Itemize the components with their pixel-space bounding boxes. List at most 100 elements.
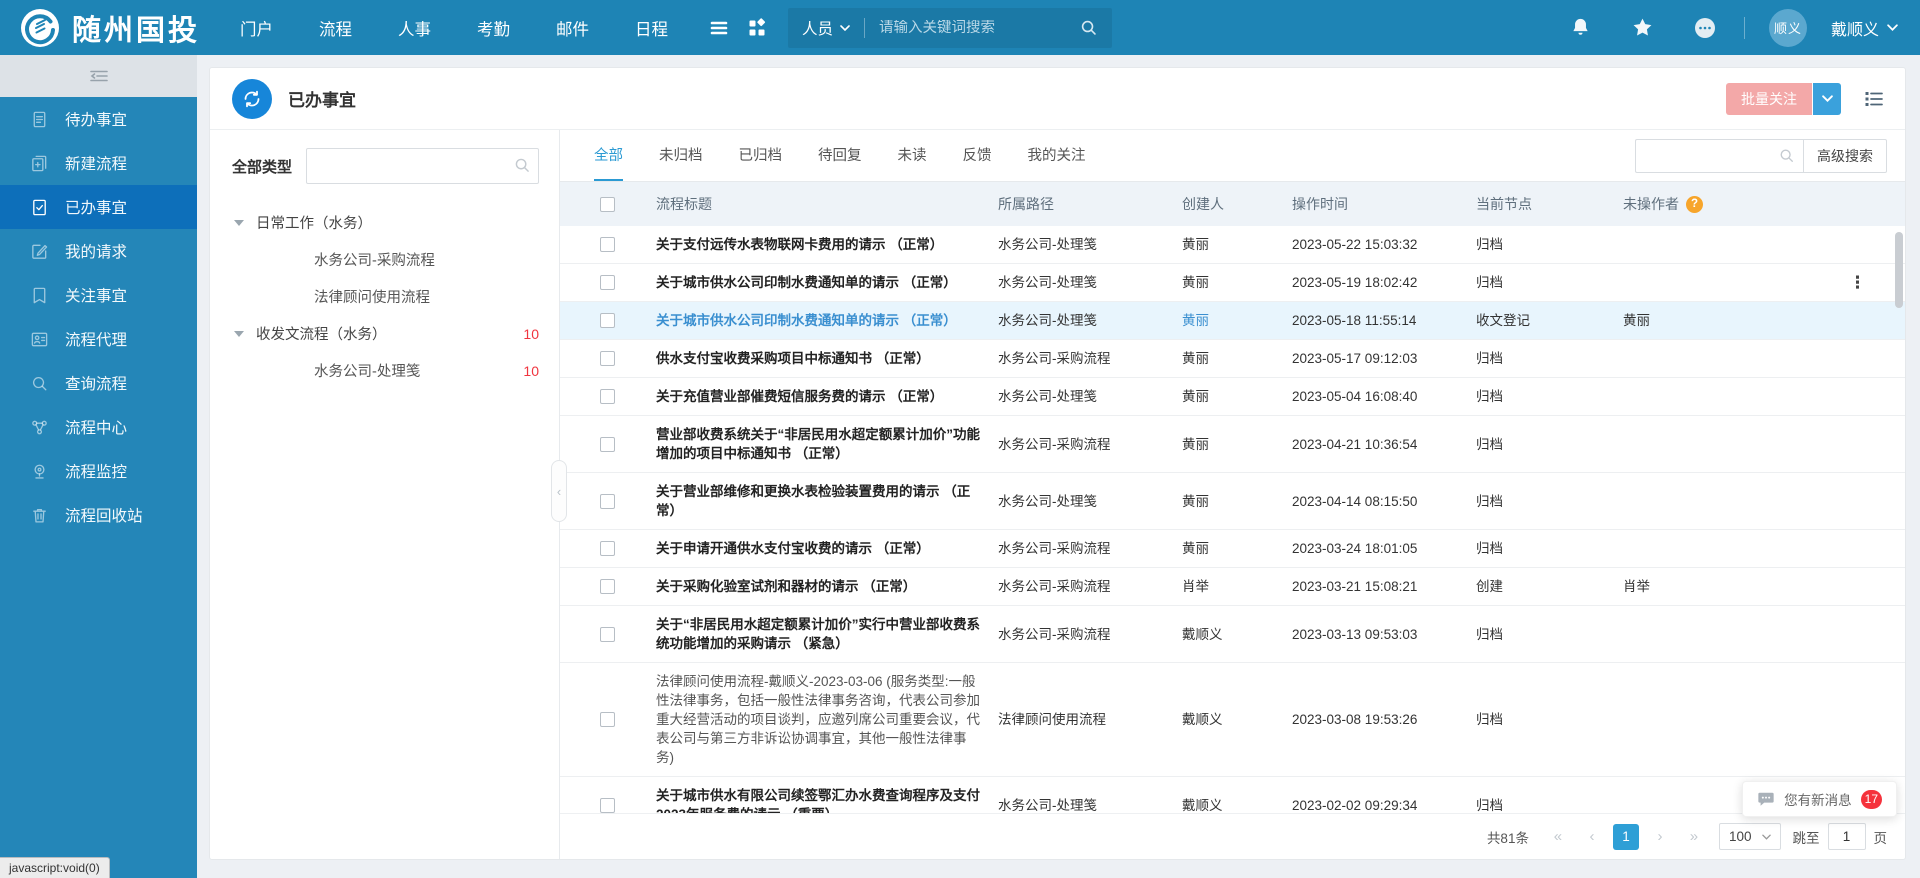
table-row[interactable]: 营业部收费系统关于“非居民用水超定额累计加价”功能增加的项目中标通知书 （正常）…	[560, 416, 1905, 473]
flow-center-icon	[30, 418, 49, 437]
table-row[interactable]: 关于支付远传水表物联网卡费用的请示 （正常）水务公司-处理笺黄丽2023-05-…	[560, 226, 1905, 264]
table-row[interactable]: 关于申请开通供水支付宝收费的请示 （正常）水务公司-采购流程黄丽2023-03-…	[560, 530, 1905, 568]
row-check-cell	[560, 313, 656, 328]
tab-pending-reply[interactable]: 待回复	[818, 130, 862, 181]
sidebar-item-flow-center[interactable]: 流程中心	[0, 405, 197, 449]
row-time: 2023-04-21 10:36:54	[1292, 435, 1476, 454]
sidebar-item-delegate[interactable]: 流程代理	[0, 317, 197, 361]
sidebar-item-todo[interactable]: 待办事宜	[0, 97, 197, 141]
row-path: 水务公司-处理笺	[998, 311, 1182, 330]
page-size-select[interactable]: 100	[1719, 823, 1781, 850]
row-checkbox[interactable]	[600, 798, 615, 813]
sidebar-item-search-flow[interactable]: 查询流程	[0, 361, 197, 405]
table-row[interactable]: 关于城市供水公司印制水费通知单的请示 （正常）水务公司-处理笺黄丽2023-05…	[560, 264, 1905, 302]
row-node: 归档	[1476, 492, 1623, 511]
top-nav-item[interactable]: 人事	[398, 16, 431, 40]
tree-node[interactable]: 日常工作（水务）	[232, 204, 539, 241]
advanced-search-button[interactable]: 高级搜索	[1803, 139, 1887, 173]
row-checkbox[interactable]	[600, 437, 615, 452]
table-scrollbar-thumb[interactable]	[1895, 232, 1903, 308]
row-path: 水务公司-采购流程	[998, 625, 1182, 644]
star-icon[interactable]	[1628, 13, 1658, 43]
select-all-checkbox[interactable]	[600, 197, 615, 212]
top-nav-item[interactable]: 日程	[635, 16, 668, 40]
row-creator: 黄丽	[1182, 435, 1292, 454]
table-row[interactable]: 关于营业部维修和更换水表检验装置费用的请示 （正常）水务公司-处理笺黄丽2023…	[560, 473, 1905, 530]
top-nav-item[interactable]: 门户	[240, 16, 273, 40]
list-view-icon[interactable]	[1863, 88, 1885, 110]
bell-icon[interactable]	[1566, 13, 1596, 43]
table-row[interactable]: 关于“非居民用水超定额累计加价”实行中营业部收费系统功能增加的采购请示 （紧急）…	[560, 606, 1905, 663]
global-search-input[interactable]	[879, 20, 1079, 36]
help-icon[interactable]: ?	[1686, 196, 1703, 213]
pagination-bar: 共81条 « ‹ 1 › » 100 跳至 页	[560, 813, 1905, 859]
row-checkbox[interactable]	[600, 275, 615, 290]
row-checkbox[interactable]	[600, 389, 615, 404]
tab-feedback[interactable]: 反馈	[963, 130, 992, 181]
top-nav-item[interactable]: 邮件	[556, 16, 589, 40]
hamburger-menu-icon[interactable]	[704, 13, 734, 43]
row-check-cell	[560, 627, 656, 642]
last-page-button[interactable]: »	[1681, 824, 1707, 850]
first-page-button[interactable]: «	[1545, 824, 1571, 850]
current-page-button[interactable]: 1	[1613, 824, 1639, 850]
sidebar-item-followed[interactable]: 关注事宜	[0, 273, 197, 317]
company-logo-icon	[20, 8, 60, 48]
table-row[interactable]: 关于城市供水公司印制水费通知单的请示 （正常）水务公司-处理笺黄丽2023-05…	[560, 302, 1905, 340]
row-checkbox[interactable]	[600, 351, 615, 366]
batch-follow-button[interactable]: 批量关注	[1726, 83, 1812, 115]
type-filter-label: 全部类型	[232, 156, 292, 177]
sidebar-item-new-flow[interactable]: 新建流程	[0, 141, 197, 185]
caret-down-icon[interactable]	[234, 220, 244, 226]
top-nav-item[interactable]: 考勤	[477, 16, 510, 40]
sidebar-item-my-requests[interactable]: 我的请求	[0, 229, 197, 273]
table-row[interactable]: 关于城市供水有限公司续签鄂汇办水费查询程序及支付2023年服务费的请示 （重要）…	[560, 777, 1905, 813]
tabs-row: 全部未归档已归档待回复未读反馈我的关注 高级搜索	[560, 130, 1905, 182]
tree-node[interactable]: 收发文流程（水务）10	[232, 315, 539, 352]
user-menu[interactable]: 戴顺义	[1831, 16, 1898, 40]
row-creator: 黄丽	[1182, 349, 1292, 368]
sidebar-item-recycle[interactable]: 流程回收站	[0, 493, 197, 537]
next-page-button[interactable]: ›	[1647, 824, 1673, 850]
avatar[interactable]: 顺义	[1769, 9, 1807, 47]
apps-grid-icon[interactable]	[742, 13, 772, 43]
batch-follow-dropdown[interactable]	[1813, 83, 1841, 115]
row-checkbox[interactable]	[600, 237, 615, 252]
tree-node[interactable]: 水务公司-采购流程	[232, 241, 539, 278]
row-more-icon[interactable]: ⋮	[1849, 273, 1867, 293]
row-checkbox[interactable]	[600, 313, 615, 328]
caret-down-icon[interactable]	[234, 331, 244, 337]
message-toast[interactable]: 您有新消息 17	[1742, 781, 1897, 817]
prev-page-button[interactable]: ‹	[1579, 824, 1605, 850]
row-checkbox[interactable]	[600, 541, 615, 556]
tab-unread[interactable]: 未读	[898, 130, 927, 181]
row-check-cell	[560, 351, 656, 366]
table-row[interactable]: 关于采购化验室试剂和器材的请示 （正常）水务公司-采购流程肖举2023-03-2…	[560, 568, 1905, 606]
row-title: 营业部收费系统关于“非居民用水超定额累计加价”功能增加的项目中标通知书 （正常）	[656, 425, 998, 463]
tree-node[interactable]: 水务公司-处理笺10	[232, 352, 539, 389]
jump-page-input[interactable]	[1828, 823, 1866, 850]
tab-archived[interactable]: 已归档	[739, 130, 783, 181]
row-checkbox[interactable]	[600, 579, 615, 594]
tab-all[interactable]: 全部	[594, 130, 623, 181]
tab-unarchived[interactable]: 未归档	[659, 130, 703, 181]
row-checkbox[interactable]	[600, 494, 615, 509]
type-search-input[interactable]	[306, 148, 539, 184]
row-node: 归档	[1476, 273, 1623, 292]
top-nav-item[interactable]: 流程	[319, 16, 352, 40]
table-row[interactable]: 供水支付宝收费采购项目中标通知书 （正常）水务公司-采购流程黄丽2023-05-…	[560, 340, 1905, 378]
table-row[interactable]: 法律顾问使用流程-戴顺义-2023-03-06 (服务类型:一般性法律事务，包括…	[560, 663, 1905, 777]
sidebar-item-flow-monitor[interactable]: 流程监控	[0, 449, 197, 493]
sidebar-collapse-toggle[interactable]	[0, 55, 197, 97]
sidebar-item-done[interactable]: 已办事宜	[0, 185, 197, 229]
brand[interactable]: 随州国投	[20, 7, 200, 49]
tree-panel-collapse-handle[interactable]: ‹	[551, 460, 567, 522]
tab-my-follow[interactable]: 我的关注	[1028, 130, 1086, 181]
tree-node[interactable]: 法律顾问使用流程	[232, 278, 539, 315]
table-row[interactable]: 关于充值营业部催费短信服务费的请示 （正常）水务公司-处理笺黄丽2023-05-…	[560, 378, 1905, 416]
row-checkbox[interactable]	[600, 627, 615, 642]
delegate-icon	[30, 330, 49, 349]
more-options-icon[interactable]	[1690, 13, 1720, 43]
search-category-dropdown[interactable]: 人员	[802, 17, 850, 39]
row-checkbox[interactable]	[600, 712, 615, 727]
